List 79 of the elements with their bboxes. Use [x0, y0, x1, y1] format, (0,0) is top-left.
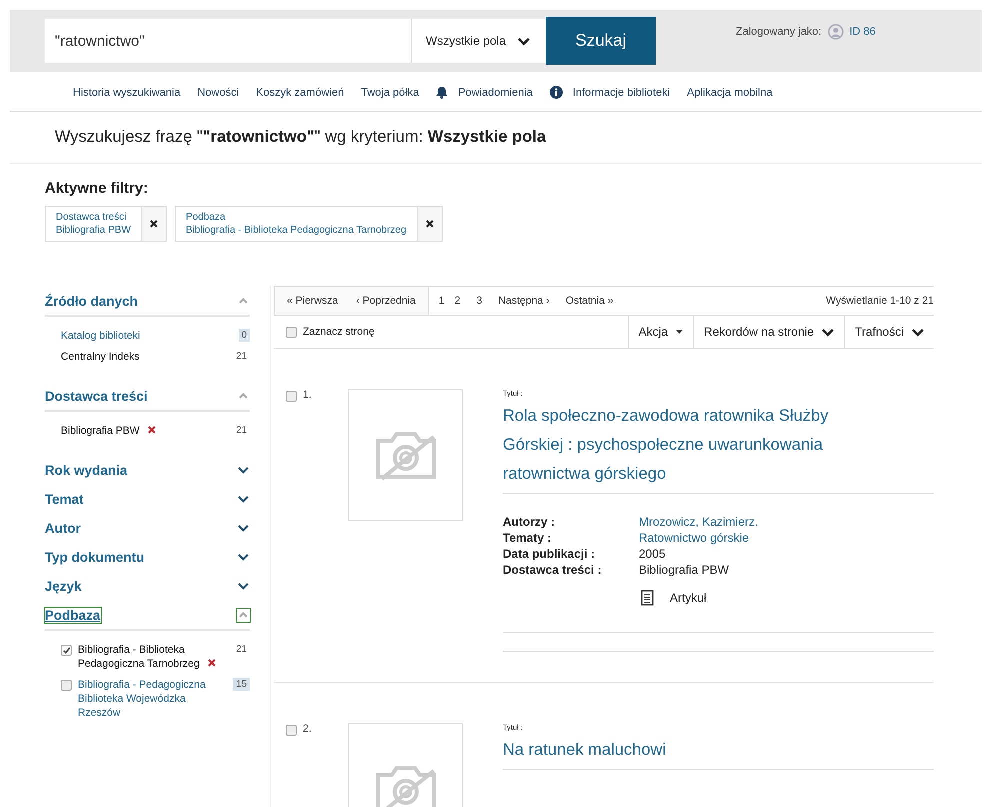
remove-icon[interactable] [148, 426, 156, 434]
select-page-label[interactable]: Zaznacz stronę [303, 326, 375, 338]
facet-count: 15 [233, 678, 250, 691]
filter-name: Podbaza [186, 211, 227, 224]
nav-link[interactable]: Powiadomienia [436, 86, 533, 99]
nav-link[interactable]: Aplikacja mobilna [687, 86, 773, 99]
nav-link[interactable]: Twoja półka [361, 86, 420, 99]
user-id-link[interactable]: ID 86 [850, 26, 876, 38]
facet-title[interactable]: Dostawca treści [45, 389, 148, 404]
info-icon [550, 86, 563, 99]
active-filters-title: Aktywne filtry: [45, 180, 150, 197]
search-field[interactable]: "ratownictwo" [45, 19, 411, 63]
chevron-down-icon [518, 36, 530, 46]
facet-title[interactable]: Temat [45, 492, 84, 507]
filter-value: Bibliografia - Biblioteka Pedagogiczna Tarnobrzeg [186, 224, 407, 237]
no-image-camera-icon [374, 763, 438, 807]
format-label: Artykuł [670, 591, 707, 605]
no-image-camera-icon [374, 429, 438, 481]
filter-value: Bibliografia PBW [56, 224, 132, 237]
facet-title[interactable]: Podbaza [45, 608, 101, 623]
facet-count: 21 [235, 350, 248, 363]
facet-option[interactable]: Bibliografia - Biblioteka Pedagogiczna Tarnobrzeg [78, 643, 228, 671]
facet-option[interactable]: Centralny Indeks [61, 350, 228, 364]
result-number: 2. [303, 723, 312, 735]
first-page-link[interactable]: « Pierwsza [287, 295, 338, 307]
facet-title[interactable]: Autor [45, 521, 81, 536]
nav-link[interactable]: Nowości [198, 86, 240, 99]
facet-option[interactable]: Bibliografia - Pedagogiczna Biblioteka Wojewódzka Rzeszów [78, 678, 228, 720]
facet-count: 21 [235, 424, 248, 437]
close-icon [426, 220, 434, 228]
results-summary: Wyświetlanie 1-10 z 21 [826, 295, 934, 307]
result-title[interactable]: Na ratunek maluchowi [503, 736, 934, 770]
search-field-dropdown[interactable]: Wszystkie pola [411, 19, 546, 63]
close-icon [150, 220, 158, 228]
field-label: Dostawca treści : [503, 562, 603, 578]
checkbox[interactable] [286, 326, 297, 338]
remove-filter-button[interactable] [416, 207, 442, 241]
filter-name: Dostawca treści [56, 211, 128, 224]
checkbox[interactable] [286, 391, 297, 402]
result-title[interactable]: Rola społeczno-zawodowa ratownika Służby Górskiej : psychospołeczne uwarunkowania ratownictwa górskiego [503, 402, 934, 494]
facet-title[interactable]: Źródło danych [45, 294, 138, 309]
document-icon [641, 590, 654, 606]
result-number: 1. [303, 389, 312, 401]
field-value: 2005 [639, 546, 667, 562]
logged-in-label: Zalogowany jako: [736, 26, 822, 38]
field-label: Autorzy : [503, 514, 556, 530]
chevron-down-icon [912, 328, 924, 336]
facet-count: 0 [238, 329, 250, 342]
facet-title[interactable]: Typ dokumentu [45, 550, 144, 565]
facet-title[interactable]: Rok wydania [45, 463, 128, 478]
facet-title[interactable]: Język [45, 579, 82, 594]
field-value: Bibliografia PBW [639, 562, 730, 578]
bell-icon [436, 86, 448, 99]
search-button[interactable]: Szukaj [546, 17, 656, 65]
checkbox[interactable] [286, 725, 297, 736]
facet-option[interactable]: Bibliografia PBW [61, 424, 228, 438]
search-heading: Wyszukujesz frazę ""ratownictwo"" wg kryterium: Wszystkie pola [10, 112, 982, 164]
checkbox[interactable] [61, 645, 72, 656]
checkbox[interactable] [61, 680, 72, 691]
previous-page-link[interactable]: ‹ Poprzednia [356, 295, 416, 307]
remove-icon[interactable] [208, 659, 216, 667]
field-label: Tematy : [503, 530, 552, 546]
page-link[interactable]: 1 [428, 295, 445, 307]
nav-link[interactable]: Historia wyszukiwania [73, 86, 181, 99]
facet-count: 21 [235, 643, 248, 656]
field-link[interactable]: Ratownictwo górskie [639, 530, 934, 546]
field-label: Data publikacji : [503, 546, 596, 562]
remove-filter-button[interactable] [141, 207, 166, 241]
field-link[interactable]: Mrozowicz, Kazimierz. [639, 514, 934, 530]
facet-option[interactable]: Katalog biblioteki [61, 329, 233, 343]
page-link[interactable]: 2 [454, 295, 461, 307]
user-icon [828, 24, 844, 40]
last-page-link[interactable]: Ostatnia » [566, 295, 614, 307]
page-link[interactable]: 3 [476, 295, 482, 307]
nav-link[interactable]: Koszyk zamówień [256, 86, 344, 99]
nav-link[interactable]: Informacje biblioteki [550, 86, 670, 99]
chevron-down-icon [822, 328, 834, 336]
caret-icon [676, 330, 684, 334]
next-page-link[interactable]: Następna › [498, 295, 550, 307]
